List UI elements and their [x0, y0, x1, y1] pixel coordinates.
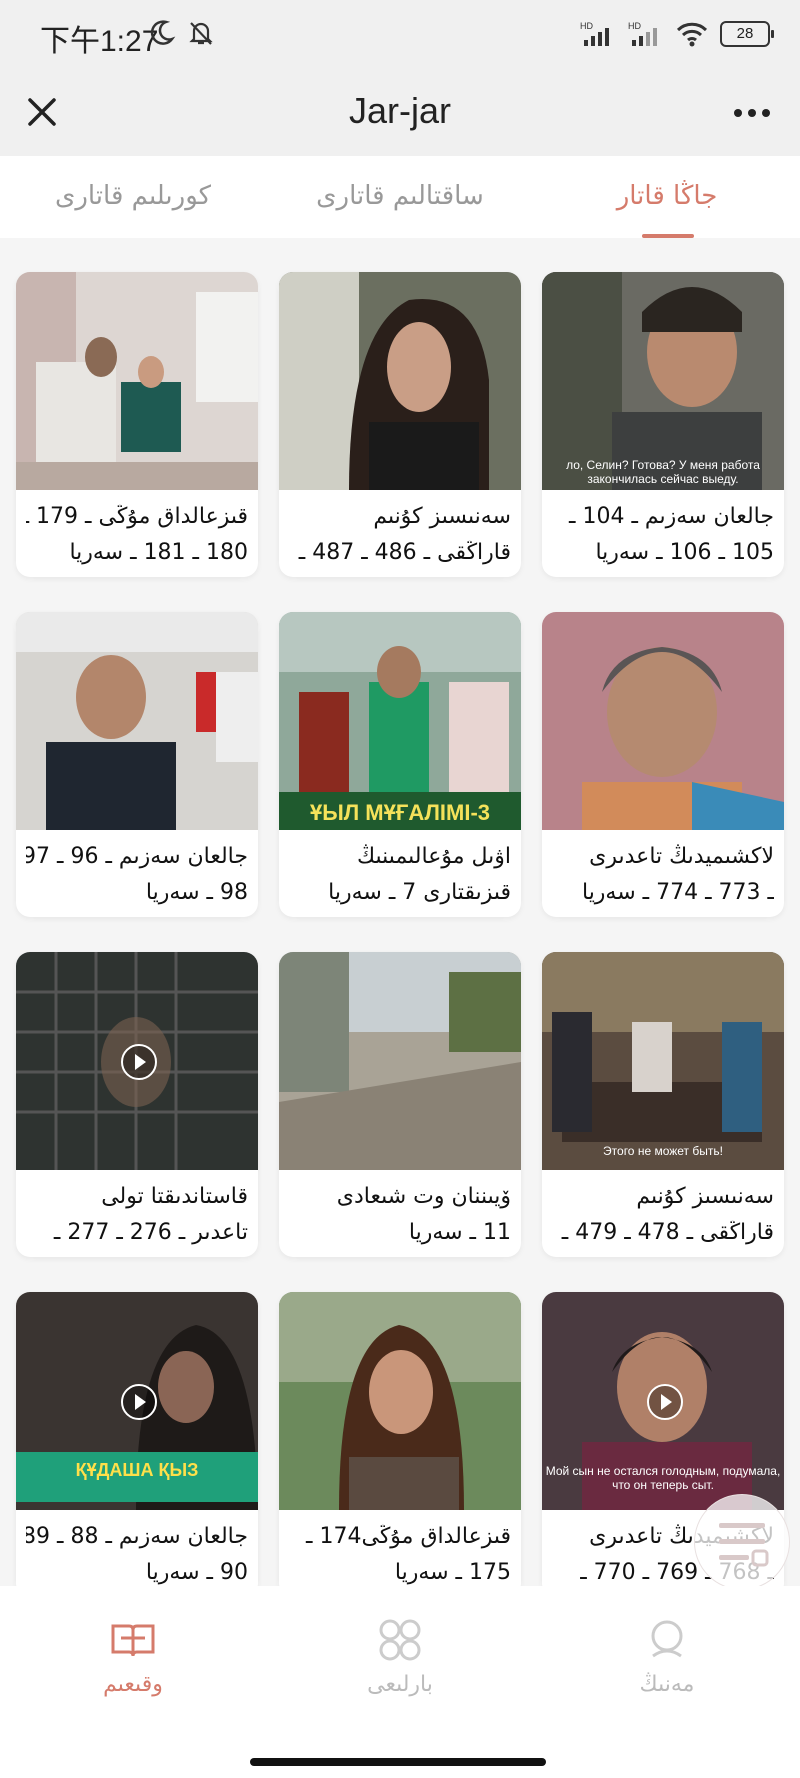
- series-episodes: قىزىقتارى 7 ـ سەريا: [328, 880, 511, 905]
- battery-indicator: 28: [720, 21, 774, 47]
- floating-menu-button[interactable]: [694, 1494, 790, 1590]
- series-card[interactable]: سەنىسىز كۇنىم قاراڭقى ـ 486 ـ 487 ـ: [279, 272, 521, 577]
- page-title: Jar-jar: [348, 90, 451, 131]
- nav-label: مەنىڭ: [639, 1672, 695, 1697]
- series-title: جالعان سەزىم ـ 88 ـ 89 ـ: [26, 1524, 248, 1549]
- series-title: سەنىسىز كۇنىم: [373, 504, 511, 529]
- signal-hd-icon-2: HD: [628, 21, 657, 46]
- thumbnail: [279, 1292, 521, 1510]
- more-options-icon[interactable]: [730, 98, 774, 128]
- book-icon: [111, 1624, 155, 1657]
- nav-item-profile[interactable]: مەنىڭ: [534, 1616, 800, 1697]
- thumbnail: ҰЫЛ МҰҒАЛІМІ-3: [279, 612, 521, 830]
- series-episodes: 90 ـ سەريا: [145, 1560, 248, 1585]
- series-card[interactable]: Этого не может быть! سەنىسىز كۇنىم قاراڭ…: [542, 952, 784, 1257]
- tab-watched[interactable]: كورىلىم قاتارى: [0, 156, 266, 238]
- mute-bell-icon: [189, 22, 213, 45]
- series-episodes: 11 ـ سەريا: [408, 1220, 511, 1245]
- series-episodes: 105 ـ 106 ـ سەريا: [595, 540, 774, 565]
- thumbnail: [16, 952, 258, 1170]
- tab-label: ساقتالىم قاتارى: [316, 181, 484, 211]
- category-tabs: جاڭا قاتار ساقتالىم قاتارى كورىلىم قاتار…: [0, 156, 800, 239]
- series-episodes: 175 ـ سەريا: [394, 1560, 511, 1585]
- series-card[interactable]: ۆيىننان وت شىعادى 11 ـ سەريا: [279, 952, 521, 1257]
- thumbnail: [16, 612, 258, 830]
- status-time: 下午1:27: [40, 25, 159, 58]
- series-title: لاكشىميدىڭ تاعدىرى: [589, 844, 774, 869]
- play-icon[interactable]: [121, 1044, 157, 1080]
- series-episodes: 180 ـ 181 ـ سەريا: [69, 540, 248, 565]
- tab-new[interactable]: جاڭا قاتار: [534, 156, 800, 238]
- series-card[interactable]: ҚҰДАША ҚЫЗ جالعان سەزىم ـ 88 ـ 89 ـ 90 ـ…: [16, 1292, 258, 1586]
- series-card[interactable]: قاستاندىقتا تولى تاعدىر ـ 276 ـ 277 ـ: [16, 952, 258, 1257]
- thumbnail: Мой сын не остался голодным, подумала, ч…: [542, 1292, 784, 1510]
- series-title: قىزعالداق مۇڭى174 ـ: [306, 1524, 511, 1549]
- video-subtitle: Этого не может быть!: [603, 1144, 723, 1158]
- series-episodes: ـ 773 ـ 774 ـ سەريا: [581, 880, 774, 905]
- thumbnail: Этого не может быть!: [542, 952, 784, 1170]
- wifi-icon: [676, 22, 708, 47]
- series-card[interactable]: ҰЫЛ МҰҒАЛІМІ-3 اۋىل مۇعالىمىنىڭ قىزىقتار…: [279, 612, 521, 917]
- series-card[interactable]: قىزعالداق مۇڭى174 ـ 175 ـ سەريا: [279, 1292, 521, 1586]
- series-episodes: 98 ـ سەريا: [145, 880, 248, 905]
- series-card[interactable]: ло, Селин? Готова? У меня работа закончи…: [542, 272, 784, 577]
- series-title: قاستاندىقتا تولى: [101, 1184, 248, 1209]
- series-card[interactable]: قىزعالداق مۇڭى ـ 179 ـ 180 ـ 181 ـ سەريا: [16, 272, 258, 577]
- tab-label: كورىلىم قاتارى: [54, 181, 212, 211]
- series-title: سەنىسىز كۇنىم: [636, 1184, 774, 1209]
- nav-label: بارلىعى: [367, 1672, 433, 1697]
- signal-hd-icon: HD: [580, 21, 609, 46]
- home-indicator[interactable]: [250, 1758, 546, 1766]
- video-subtitle: Мой сын не остался голодным, подумала, ч…: [545, 1464, 781, 1492]
- list-icon: [719, 1523, 769, 1567]
- thumbnail: [279, 272, 521, 490]
- grid-icon: [379, 1619, 421, 1661]
- series-episodes: قاراڭقى ـ 486 ـ 487 ـ: [298, 540, 511, 565]
- series-card[interactable]: جالعان سەزىم ـ 96 ـ 97 ـ 98 ـ سەريا: [16, 612, 258, 917]
- series-title: قىزعالداق مۇڭى ـ 179 ـ: [26, 504, 248, 529]
- play-icon[interactable]: [647, 1384, 683, 1420]
- series-episodes: تاعدىر ـ 276 ـ 277 ـ: [53, 1220, 248, 1245]
- thumbnail: ло, Селин? Готова? У меня работа закончи…: [542, 272, 784, 490]
- nav-item-reading[interactable]: وقىعىم: [0, 1616, 266, 1697]
- series-grid: ло, Селин? Готова? У меня работа закончи…: [0, 238, 800, 1586]
- person-icon: [651, 1620, 683, 1658]
- svg-text:HD: HD: [628, 21, 641, 31]
- thumbnail: [279, 952, 521, 1170]
- tab-label: جاڭا قاتار: [616, 181, 718, 211]
- series-title: جالعان سەزىم ـ 104 ـ: [569, 504, 774, 529]
- app-header: Jar-jar: [0, 72, 800, 156]
- nav-label: وقىعىم: [103, 1672, 163, 1697]
- series-title: ۆيىننان وت شىعادى: [336, 1184, 511, 1209]
- series-title: اۋىل مۇعالىمىنىڭ: [356, 844, 511, 869]
- thumbnail: ҚҰДАША ҚЫЗ: [16, 1292, 258, 1510]
- thumbnail: [542, 612, 784, 830]
- video-subtitle: ҚҰДАША ҚЫЗ: [75, 1460, 199, 1480]
- video-subtitle: ло, Селин? Готова? У меня работа закончи…: [566, 458, 760, 486]
- tab-saved[interactable]: ساقتالىم قاتارى: [267, 156, 533, 238]
- nav-item-all[interactable]: بارلىعى: [267, 1616, 533, 1697]
- thumbnail: [16, 272, 258, 490]
- series-episodes: قاراڭقى ـ 478 ـ 479 ـ: [561, 1220, 774, 1245]
- series-title: جالعان سەزىم ـ 96 ـ 97 ـ: [26, 844, 248, 869]
- video-subtitle: ҰЫЛ МҰҒАЛІМІ-3: [309, 800, 491, 825]
- bottom-navigation: مەنىڭ بارلىعى وقىعىم: [0, 1586, 800, 1746]
- series-card[interactable]: لاكشىميدىڭ تاعدىرى ـ 773 ـ 774 ـ سەريا: [542, 612, 784, 917]
- moon-icon: [150, 20, 176, 45]
- svg-text:HD: HD: [580, 21, 593, 31]
- status-bar: 下午1:27 HD HD 28: [0, 0, 800, 72]
- play-icon[interactable]: [121, 1384, 157, 1420]
